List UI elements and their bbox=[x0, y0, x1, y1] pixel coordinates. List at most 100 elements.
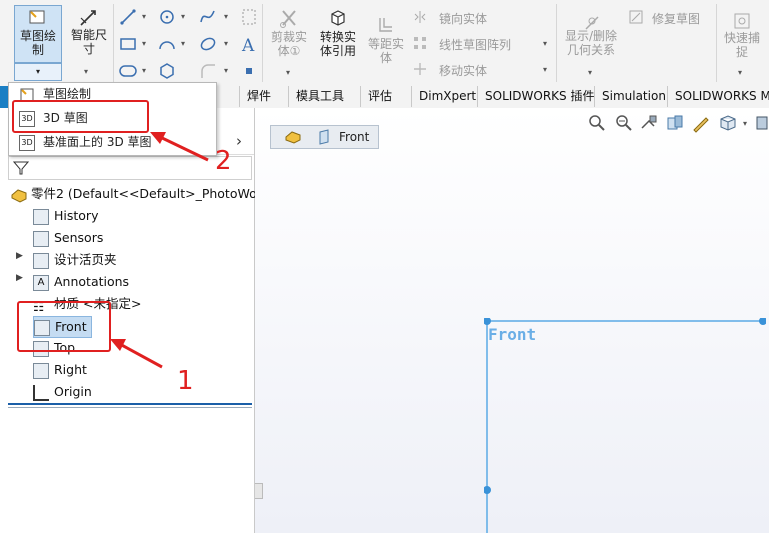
text-icon[interactable]: A bbox=[240, 35, 258, 53]
repair-sketch-button[interactable]: 修复草图 bbox=[652, 10, 700, 27]
line-dropdown[interactable]: ▾ bbox=[142, 12, 146, 21]
offset-label-1: 等距实 bbox=[367, 37, 404, 51]
tree-item-right-plane[interactable]: Right bbox=[33, 360, 87, 380]
right-label: Right bbox=[54, 362, 87, 377]
command-manager-ribbon: 草图绘 制 ▾ 智能尺 寸 ▾ ▾ ▾ ▾ ▾ ▾ ▾ A ▾ ▾ 剪裁实 体① bbox=[0, 0, 769, 87]
sketch-button[interactable]: 草图绘 制 bbox=[14, 5, 62, 63]
breadcrumb[interactable]: Front bbox=[270, 125, 379, 149]
tree-divider bbox=[8, 403, 252, 405]
linear-pattern-dropdown[interactable]: ▾ bbox=[543, 39, 547, 48]
trim-icon bbox=[280, 10, 296, 28]
arc-dropdown[interactable]: ▾ bbox=[181, 39, 185, 48]
front-plane-label: Front bbox=[488, 325, 537, 344]
panel-collapse-handle[interactable] bbox=[255, 483, 263, 499]
slot-icon[interactable] bbox=[118, 62, 138, 80]
3d-sketch-on-plane-icon: 3D bbox=[19, 134, 35, 151]
expand-arrow-icon[interactable]: ▶ bbox=[16, 251, 23, 261]
front-plane-outline[interactable] bbox=[484, 318, 766, 533]
line-icon[interactable] bbox=[119, 8, 137, 26]
display-style-icon[interactable] bbox=[755, 113, 769, 133]
relations-label-2: 几何关系 bbox=[566, 43, 615, 57]
tab-evaluate[interactable]: 评估 bbox=[360, 86, 399, 107]
construction-geometry-icon[interactable] bbox=[241, 8, 257, 26]
convert-entities-button[interactable]: 转换实 体引用 bbox=[314, 5, 362, 65]
trim-dropdown[interactable]: ▾ bbox=[286, 68, 290, 77]
spline-dropdown[interactable]: ▾ bbox=[224, 12, 228, 21]
quick-snaps-button[interactable]: 快速捕 捉 bbox=[719, 5, 765, 65]
arc-icon[interactable] bbox=[158, 35, 176, 53]
tree-item-origin[interactable]: Origin bbox=[33, 382, 92, 402]
highlight-box-3d-sketch bbox=[12, 100, 149, 133]
chevron-right-icon[interactable]: › bbox=[236, 132, 242, 150]
section-view-icon[interactable] bbox=[665, 113, 685, 133]
menu-item-sketch-label: 草图绘制 bbox=[43, 87, 92, 101]
tree-item-annotations[interactable]: A Annotations bbox=[33, 272, 129, 292]
quick-snaps-icon bbox=[734, 13, 750, 29]
polygon-icon[interactable] bbox=[158, 62, 176, 80]
mirror-entities-button[interactable]: 镜向实体 bbox=[439, 10, 487, 27]
rectangle-icon[interactable] bbox=[119, 35, 137, 53]
expand-arrow-icon[interactable]: ▶ bbox=[16, 273, 23, 283]
tab-solidworks-addins[interactable]: SOLIDWORKS 插件 bbox=[477, 86, 601, 107]
smart-dimension-icon bbox=[80, 10, 96, 26]
move-dropdown[interactable]: ▾ bbox=[543, 65, 547, 74]
point-icon[interactable] bbox=[243, 65, 255, 77]
tree-item-history[interactable]: History bbox=[33, 206, 98, 226]
snaps-dropdown[interactable]: ▾ bbox=[738, 68, 742, 77]
linear-pattern-icon bbox=[414, 37, 426, 49]
ribbon-separator bbox=[716, 4, 717, 82]
tab-simulation[interactable]: Simulation bbox=[594, 86, 673, 107]
offset-icon bbox=[379, 18, 392, 32]
tab-mold-tools[interactable]: 模具工具 bbox=[288, 86, 351, 107]
move-entities-button[interactable]: 移动实体 bbox=[439, 62, 487, 79]
menu-item-3d-sketch-on-plane[interactable]: 3D 基准面上的 3D 草图 bbox=[19, 131, 152, 153]
smart-dimension-button[interactable]: 智能尺 寸 bbox=[64, 5, 114, 63]
filter-icon bbox=[13, 161, 29, 175]
tree-item-design-binder[interactable]: 设计活页夹 bbox=[33, 250, 117, 270]
tree-item-sensors[interactable]: Sensors bbox=[33, 228, 103, 248]
ellipse-dropdown[interactable]: ▾ bbox=[224, 39, 228, 48]
sketch-label-1: 草图绘 bbox=[19, 29, 56, 43]
display-delete-relations-button[interactable]: 显示/删除 几何关系 bbox=[560, 5, 622, 65]
offset-entities-button[interactable]: 等距实 体 bbox=[364, 5, 408, 65]
origin-icon bbox=[33, 384, 49, 401]
trim-entities-button[interactable]: 剪裁实 体① bbox=[266, 5, 312, 65]
smart-dimension-dropdown[interactable]: ▾ bbox=[84, 67, 88, 76]
part-root-node[interactable]: 零件2 (Default<<Default>_PhotoWorl bbox=[10, 184, 265, 204]
fillet-icon[interactable] bbox=[199, 62, 217, 80]
tab-dimxpert[interactable]: DimXpert bbox=[411, 86, 483, 107]
previous-view-icon[interactable] bbox=[639, 113, 659, 133]
tab-solidworks-mbd[interactable]: SOLIDWORKS MB bbox=[667, 86, 769, 107]
history-label: History bbox=[54, 208, 99, 223]
convert-label-1: 转换实 bbox=[319, 30, 356, 44]
ellipse-icon[interactable] bbox=[199, 35, 217, 53]
callout-arrow-1 bbox=[110, 339, 163, 369]
rectangle-dropdown[interactable]: ▾ bbox=[142, 39, 146, 48]
mirror-icon bbox=[414, 11, 426, 23]
snap-label-1: 快速捕 bbox=[723, 31, 760, 45]
part-root-label: 零件2 (Default<<Default>_PhotoWorl bbox=[31, 186, 266, 201]
trim-label-2: 体① bbox=[277, 44, 301, 58]
fillet-dropdown[interactable]: ▾ bbox=[224, 66, 228, 75]
ribbon-separator bbox=[113, 4, 114, 82]
relations-dropdown[interactable]: ▾ bbox=[588, 68, 592, 77]
dynamic-annotation-icon[interactable] bbox=[691, 113, 711, 133]
ribbon-separator bbox=[556, 4, 557, 82]
slot-dropdown[interactable]: ▾ bbox=[142, 66, 146, 75]
spline-icon[interactable] bbox=[199, 8, 217, 26]
circle-icon[interactable] bbox=[158, 8, 176, 26]
sensors-label: Sensors bbox=[54, 230, 104, 245]
zoom-to-fit-icon[interactable] bbox=[587, 113, 607, 133]
callout-arrow-2 bbox=[150, 132, 209, 162]
sketch-dropdown-button[interactable]: ▾ bbox=[14, 63, 62, 81]
smart-dimension-label-2: 寸 bbox=[82, 42, 95, 56]
callout-number-1: 1 bbox=[177, 366, 194, 396]
circle-dropdown[interactable]: ▾ bbox=[181, 12, 185, 21]
tab-weldments[interactable]: 焊件 bbox=[239, 86, 278, 107]
zoom-to-area-icon[interactable] bbox=[613, 113, 633, 133]
view-orientation-dropdown[interactable]: ▾ bbox=[743, 119, 747, 128]
linear-pattern-button[interactable]: 线性草图阵列 bbox=[439, 36, 511, 53]
trim-label-1: 剪裁实 bbox=[270, 30, 307, 44]
graphics-area[interactable]: Front ▾ Front bbox=[255, 108, 769, 533]
view-orientation-icon[interactable] bbox=[717, 113, 739, 133]
